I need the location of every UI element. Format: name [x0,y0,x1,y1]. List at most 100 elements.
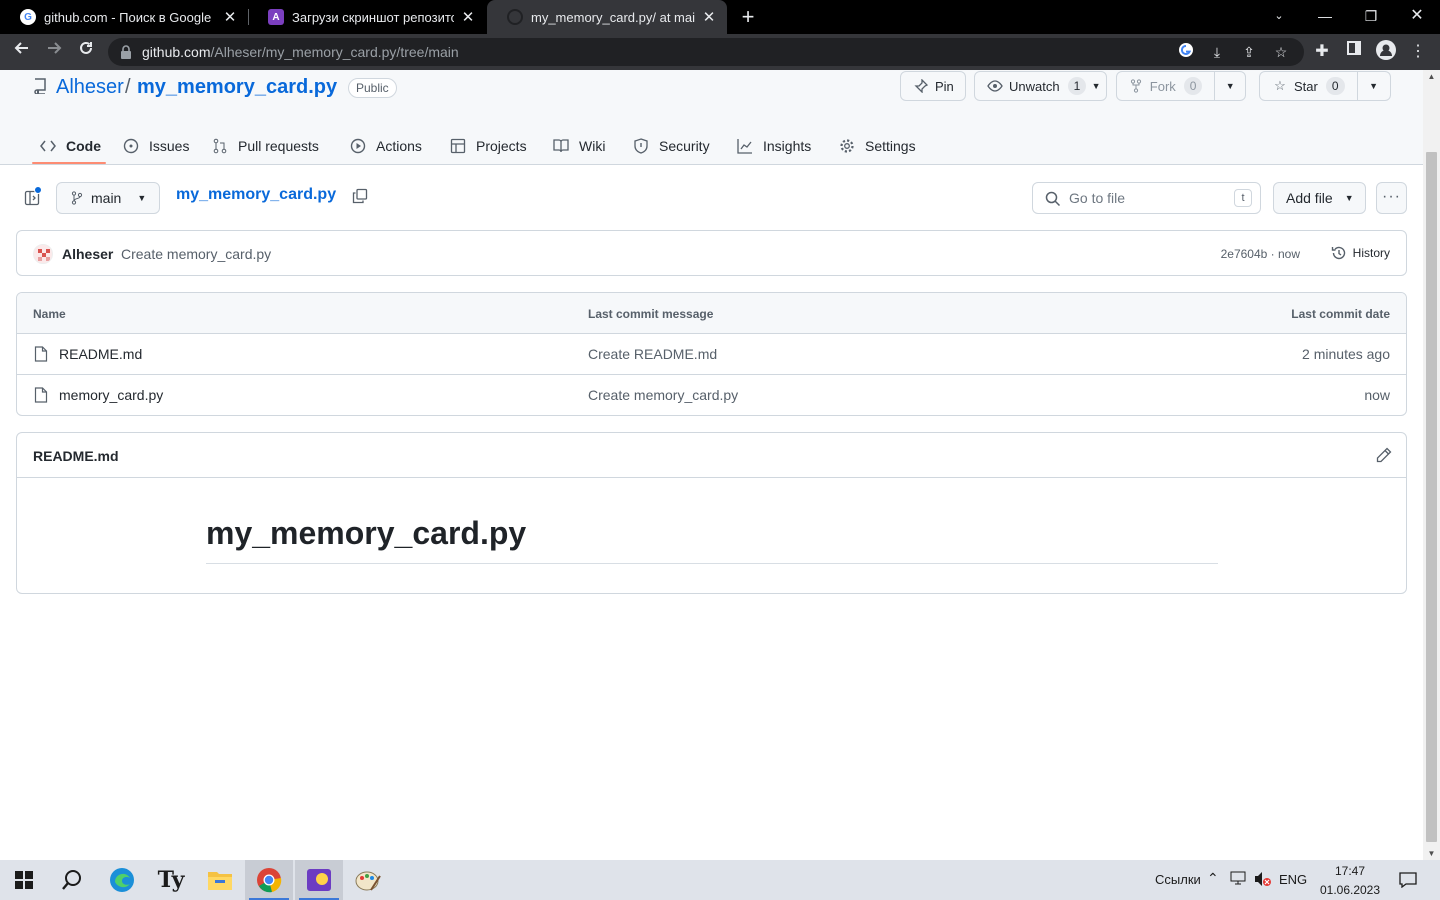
history-label: History [1352,246,1390,260]
readme-panel: README.md my_memory_card.py [16,432,1407,594]
fork-count: 0 [1183,77,1203,95]
tab-projects[interactable]: Projects [450,126,527,166]
notification-center-icon[interactable] [1388,860,1428,900]
lock-icon [121,45,131,59]
fork-label: Fork [1149,78,1176,94]
tab-github-repo[interactable]: my_memory_card.py/ at main · Alheser/my_… [487,0,727,34]
profile-avatar-icon[interactable] [1374,40,1398,64]
chevron-up-icon[interactable]: ⌃ [1207,870,1219,887]
readme-title-link[interactable]: README.md [33,448,119,464]
commit-author-link[interactable]: Alheser [62,246,113,262]
new-tab-button[interactable]: + [738,4,758,30]
network-icon[interactable] [1230,871,1246,888]
edge-taskbar-icon[interactable] [98,860,146,900]
close-tab-icon[interactable]: ✕ [460,8,476,26]
google-lens-icon[interactable] [1176,42,1196,62]
table-row[interactable]: memory_card.py Create memory_card.py now [17,375,1406,415]
watch-label: Unwatch [1009,78,1060,94]
book-icon [553,138,569,154]
back-button[interactable] [10,40,34,64]
tab-actions[interactable]: Actions [350,126,422,166]
page-scrollbar[interactable]: ▲ ▼ [1423,70,1440,860]
side-panel-icon[interactable] [1342,40,1366,64]
tab-title: Загрузи скриншот репозитория [292,9,454,25]
file-icon [34,346,48,362]
play-icon [350,138,366,154]
commit-message-link[interactable]: Create README.md [588,346,717,362]
breadcrumb[interactable]: my_memory_card.py [176,186,336,204]
close-window-button[interactable]: ✕ [1394,0,1440,34]
keyboard-shortcut-hint: t [1234,189,1252,207]
watch-button[interactable]: Unwatch 1 ▼ [974,71,1107,101]
watch-count: 1 [1067,77,1087,95]
table-row[interactable]: README.md Create README.md 2 minutes ago [17,334,1406,375]
branch-selector[interactable]: main ▼ [56,182,160,214]
git-branch-icon [71,191,83,205]
install-app-icon[interactable]: ⤓ [1207,42,1227,62]
paint-taskbar-icon[interactable] [344,860,392,900]
tab-issues[interactable]: Issues [123,126,189,166]
start-button[interactable] [0,860,48,900]
scroll-down-arrow-icon[interactable]: ▼ [1423,849,1440,858]
tab-insights[interactable]: Insights [737,126,811,166]
file-table-header: Name Last commit message Last commit dat… [17,293,1406,334]
copy-icon[interactable] [352,188,368,204]
avatar[interactable] [33,244,53,264]
scroll-up-arrow-icon[interactable]: ▲ [1423,72,1440,81]
file-name-link[interactable]: README.md [59,346,142,362]
tab-label: Projects [476,138,527,154]
browser-menu-icon[interactable]: ⋮ [1406,40,1430,64]
tab-pull-requests[interactable]: Pull requests [212,126,319,166]
tab-label: Insights [763,138,812,154]
commit-message-link[interactable]: Create memory_card.py [121,246,271,262]
chevron-down-icon[interactable]: ▼ [1358,81,1390,91]
repo-header: Alheser / my_memory_card.py Public Pin U… [0,70,1423,165]
tab-screenshot-upload[interactable]: A Загрузи скриншот репозитория ✕ [248,0,486,34]
close-tab-icon[interactable]: ✕ [222,8,238,26]
fork-button[interactable]: Fork 0 ▼ [1116,71,1246,101]
close-tab-icon[interactable]: ✕ [701,8,717,26]
search-button[interactable] [48,860,96,900]
tab-settings[interactable]: Settings [839,126,916,166]
bookmark-star-icon[interactable]: ☆ [1271,42,1291,62]
minimize-button[interactable]: — [1302,0,1348,34]
tab-security[interactable]: Security [633,126,710,166]
volume-muted-icon[interactable] [1254,871,1272,890]
share-icon[interactable]: ⇪ [1239,42,1259,62]
chevron-down-icon[interactable]: ▼ [1215,81,1245,91]
commit-hash-link[interactable]: 2e7604b · now [1221,247,1300,261]
input-language[interactable]: ENG [1279,872,1307,887]
chrome-taskbar-icon[interactable] [245,860,293,900]
address-bar[interactable]: github.com/Alheser/my_memory_card.py/tre… [108,38,1304,66]
chevron-down-icon[interactable]: ▼ [1086,81,1106,91]
tab-search-icon[interactable]: ⌄ [1256,0,1302,34]
typora-taskbar-icon[interactable]: Ty [147,860,195,900]
pencil-icon[interactable] [1376,447,1392,463]
chevron-down-icon: ▼ [137,193,147,203]
search-icon [1045,191,1061,207]
forward-button[interactable] [42,40,66,64]
file-explorer-taskbar-icon[interactable] [196,860,244,900]
extensions-icon[interactable]: ✚ [1310,40,1334,64]
system-clock[interactable]: 17:47 01.06.2023 [1314,863,1386,898]
star-button[interactable]: ☆ Star 0 ▼ [1259,71,1391,101]
links-toolbar[interactable]: Ссылки [1155,872,1201,887]
repo-owner-link[interactable]: Alheser [56,76,124,99]
app-taskbar-icon[interactable] [295,860,343,900]
tab-google-search[interactable]: G github.com - Поиск в Google ✕ [0,0,248,34]
tab-code[interactable]: Code [40,126,101,166]
history-button[interactable]: History [1331,245,1390,261]
repo-name-link[interactable]: my_memory_card.py [137,76,337,99]
scrollbar-thumb[interactable] [1426,152,1437,842]
commit-message-link[interactable]: Create memory_card.py [588,387,738,403]
tab-wiki[interactable]: Wiki [553,126,605,166]
go-to-file-placeholder: Go to file [1069,190,1126,206]
restore-button[interactable]: ❐ [1348,0,1394,34]
reload-button[interactable] [74,40,98,64]
pin-button[interactable]: Pin [900,71,966,101]
go-to-file-input[interactable]: Go to file t [1032,182,1261,214]
code-icon [40,138,56,154]
file-name-link[interactable]: memory_card.py [59,387,163,403]
add-file-button[interactable]: Add file ▼ [1273,182,1366,214]
more-options-button[interactable]: ··· [1376,182,1407,214]
